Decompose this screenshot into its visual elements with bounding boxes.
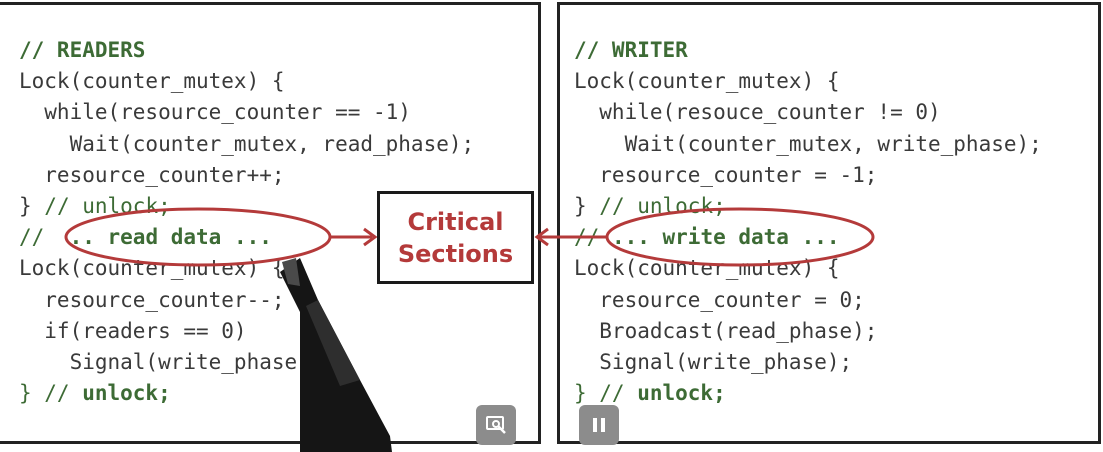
code-comment: unlock; [82,381,171,406]
readers-header: // READERS [19,38,146,62]
code-line: Lock(counter_mutex) { [574,256,840,281]
code-line: resource_counter++; [19,162,285,187]
code-line: Lock(counter_mutex) { [19,256,285,281]
code-comment: } // [19,381,83,406]
code-line: while(resouce_counter != 0) [574,100,941,125]
code-line: if(readers == 0) [19,318,247,343]
code-line: Wait(counter_mutex, write_phase); [574,131,1042,156]
code-line: resource_counter = 0; [574,287,865,312]
writer-code-panel: // WRITER Lock(counter_mutex) { while(re… [557,2,1101,444]
code-line: } [19,194,45,219]
critical-sections-box: Critical Sections [377,191,534,284]
code-line: } [574,194,600,219]
write-data-comment: ... write data ... [611,225,840,250]
read-data-comment: .. read data ... [56,225,272,250]
code-line: Signal(write_phase); [574,350,853,375]
code-line: Lock(counter_mutex) { [19,69,285,94]
code-line: while(resource_counter == -1) [19,100,411,125]
code-line: Signal(write_phase); [19,350,323,375]
code-line: Broadcast(read_phase); [574,318,878,343]
code-line: Wait(counter_mutex, read_phase); [19,131,475,156]
code-comment: } // [574,381,638,406]
writer-code: // WRITER Lock(counter_mutex) { while(re… [574,35,1042,409]
code-comment: unlock; [637,381,726,406]
code-comment: // [19,225,57,250]
code-comment: // unlock; [44,194,171,219]
code-line: Lock(counter_mutex) { [574,69,840,94]
zoom-button[interactable] [476,405,516,445]
code-comment: // [574,225,612,250]
pause-icon [593,418,605,432]
zoom-icon [486,416,506,434]
code-comment: // unlock; [599,194,726,219]
code-line: resource_counter--; [19,287,285,312]
writer-header: // WRITER [574,38,688,62]
code-line: resource_counter = -1; [574,162,878,187]
pause-button[interactable] [579,405,619,445]
